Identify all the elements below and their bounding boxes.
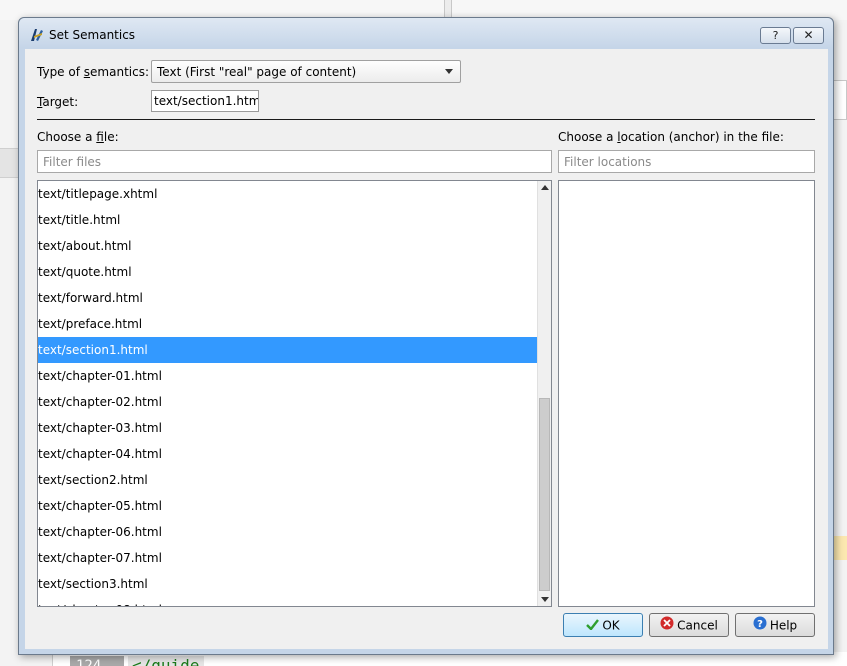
titlebar-help-button[interactable]: ? bbox=[760, 27, 791, 44]
file-list-item[interactable]: text/quote.html bbox=[38, 259, 551, 285]
background-highlight bbox=[834, 536, 847, 560]
location-list[interactable] bbox=[558, 180, 815, 607]
sigil-app-icon bbox=[29, 27, 45, 43]
choose-file-label-post: ile: bbox=[103, 130, 119, 144]
file-list-item[interactable]: text/titlepage.xhtml bbox=[38, 181, 551, 207]
ok-button-label: OK bbox=[602, 618, 620, 633]
dialog-client-area: Type of semantics: Text (First "real" pa… bbox=[25, 49, 828, 649]
separator-line bbox=[37, 119, 815, 120]
file-list-item[interactable]: text/title.html bbox=[38, 207, 551, 233]
file-list-item[interactable]: text/chapter-08.html bbox=[38, 597, 551, 606]
semantics-type-value: Text (First "real" page of content) bbox=[157, 65, 357, 79]
choose-location-label-post: ocation (anchor) in the file: bbox=[620, 130, 784, 144]
file-list-items: text/titlepage.xhtml text/title.html text/… bbox=[38, 181, 551, 606]
file-list-item[interactable]: text/forward.html bbox=[38, 285, 551, 311]
file-list-item[interactable]: text/preface.html bbox=[38, 311, 551, 337]
help-icon: ? bbox=[753, 615, 767, 637]
scroll-up-icon[interactable] bbox=[538, 181, 551, 194]
type-of-semantics-label: Type of semantics: bbox=[37, 65, 149, 79]
help-button[interactable]: ? Help bbox=[735, 613, 815, 637]
file-list-item[interactable]: text/about.html bbox=[38, 233, 551, 259]
choose-location-label: Choose a location (anchor) in the file: bbox=[558, 130, 784, 144]
file-list-item[interactable]: text/chapter-01.html bbox=[38, 363, 551, 389]
checkmark-icon bbox=[586, 615, 600, 637]
target-label-post: arget: bbox=[42, 95, 79, 109]
file-list-item[interactable]: text/chapter-03.html bbox=[38, 415, 551, 441]
scrollbar-thumb[interactable] bbox=[539, 398, 550, 591]
file-list-item[interactable]: text/chapter-02.html bbox=[38, 389, 551, 415]
file-list-scrollbar[interactable] bbox=[537, 181, 551, 606]
filter-locations-input[interactable] bbox=[558, 150, 815, 173]
type-label-post: emantics: bbox=[90, 65, 149, 79]
choose-file-label-mnemonic: f bbox=[96, 130, 104, 144]
chevron-down-icon bbox=[445, 69, 453, 74]
background-code-text: </guide bbox=[128, 656, 204, 666]
dialog-titlebar[interactable]: Set Semantics ? ✕ bbox=[19, 18, 833, 48]
background-line-number: 124 bbox=[70, 656, 124, 666]
filter-files-input[interactable] bbox=[37, 150, 552, 173]
file-list-item[interactable]: text/section3.html bbox=[38, 571, 551, 597]
dialog-title: Set Semantics bbox=[49, 28, 136, 42]
target-field[interactable]: text/section1.html bbox=[151, 90, 259, 112]
help-button-label: Help bbox=[769, 618, 798, 633]
file-list[interactable]: text/titlepage.xhtml text/title.html text/… bbox=[37, 180, 552, 607]
file-list-item[interactable]: text/chapter-05.html bbox=[38, 493, 551, 519]
titlebar-close-button[interactable]: ✕ bbox=[793, 27, 824, 44]
file-list-item[interactable]: text/chapter-06.html bbox=[38, 519, 551, 545]
file-list-item[interactable]: text/section1.html bbox=[38, 337, 551, 363]
background-panel bbox=[833, 80, 847, 120]
scroll-down-icon[interactable] bbox=[538, 593, 551, 606]
type-label-pre: Type of bbox=[37, 65, 84, 79]
file-list-item[interactable]: text/chapter-04.html bbox=[38, 441, 551, 467]
semantics-type-combobox[interactable]: Text (First "real" page of content) bbox=[151, 60, 461, 83]
svg-text:?: ? bbox=[757, 619, 763, 630]
cancel-button[interactable]: Cancel bbox=[649, 613, 729, 637]
background-strip bbox=[0, 148, 18, 178]
file-list-item[interactable]: text/chapter-07.html bbox=[38, 545, 551, 571]
choose-location-label-pre: Choose a bbox=[558, 130, 618, 144]
file-list-item[interactable]: text/section2.html bbox=[38, 467, 551, 493]
ok-button[interactable]: OK bbox=[563, 613, 643, 637]
choose-file-label-pre: Choose a bbox=[37, 130, 97, 144]
choose-file-label: Choose a file: bbox=[37, 130, 119, 144]
cancel-button-label: Cancel bbox=[677, 618, 718, 633]
target-label: Target: bbox=[37, 95, 78, 109]
cancel-icon bbox=[660, 615, 674, 637]
set-semantics-dialog: Set Semantics ? ✕ Type of semantics: Tex… bbox=[18, 17, 834, 655]
